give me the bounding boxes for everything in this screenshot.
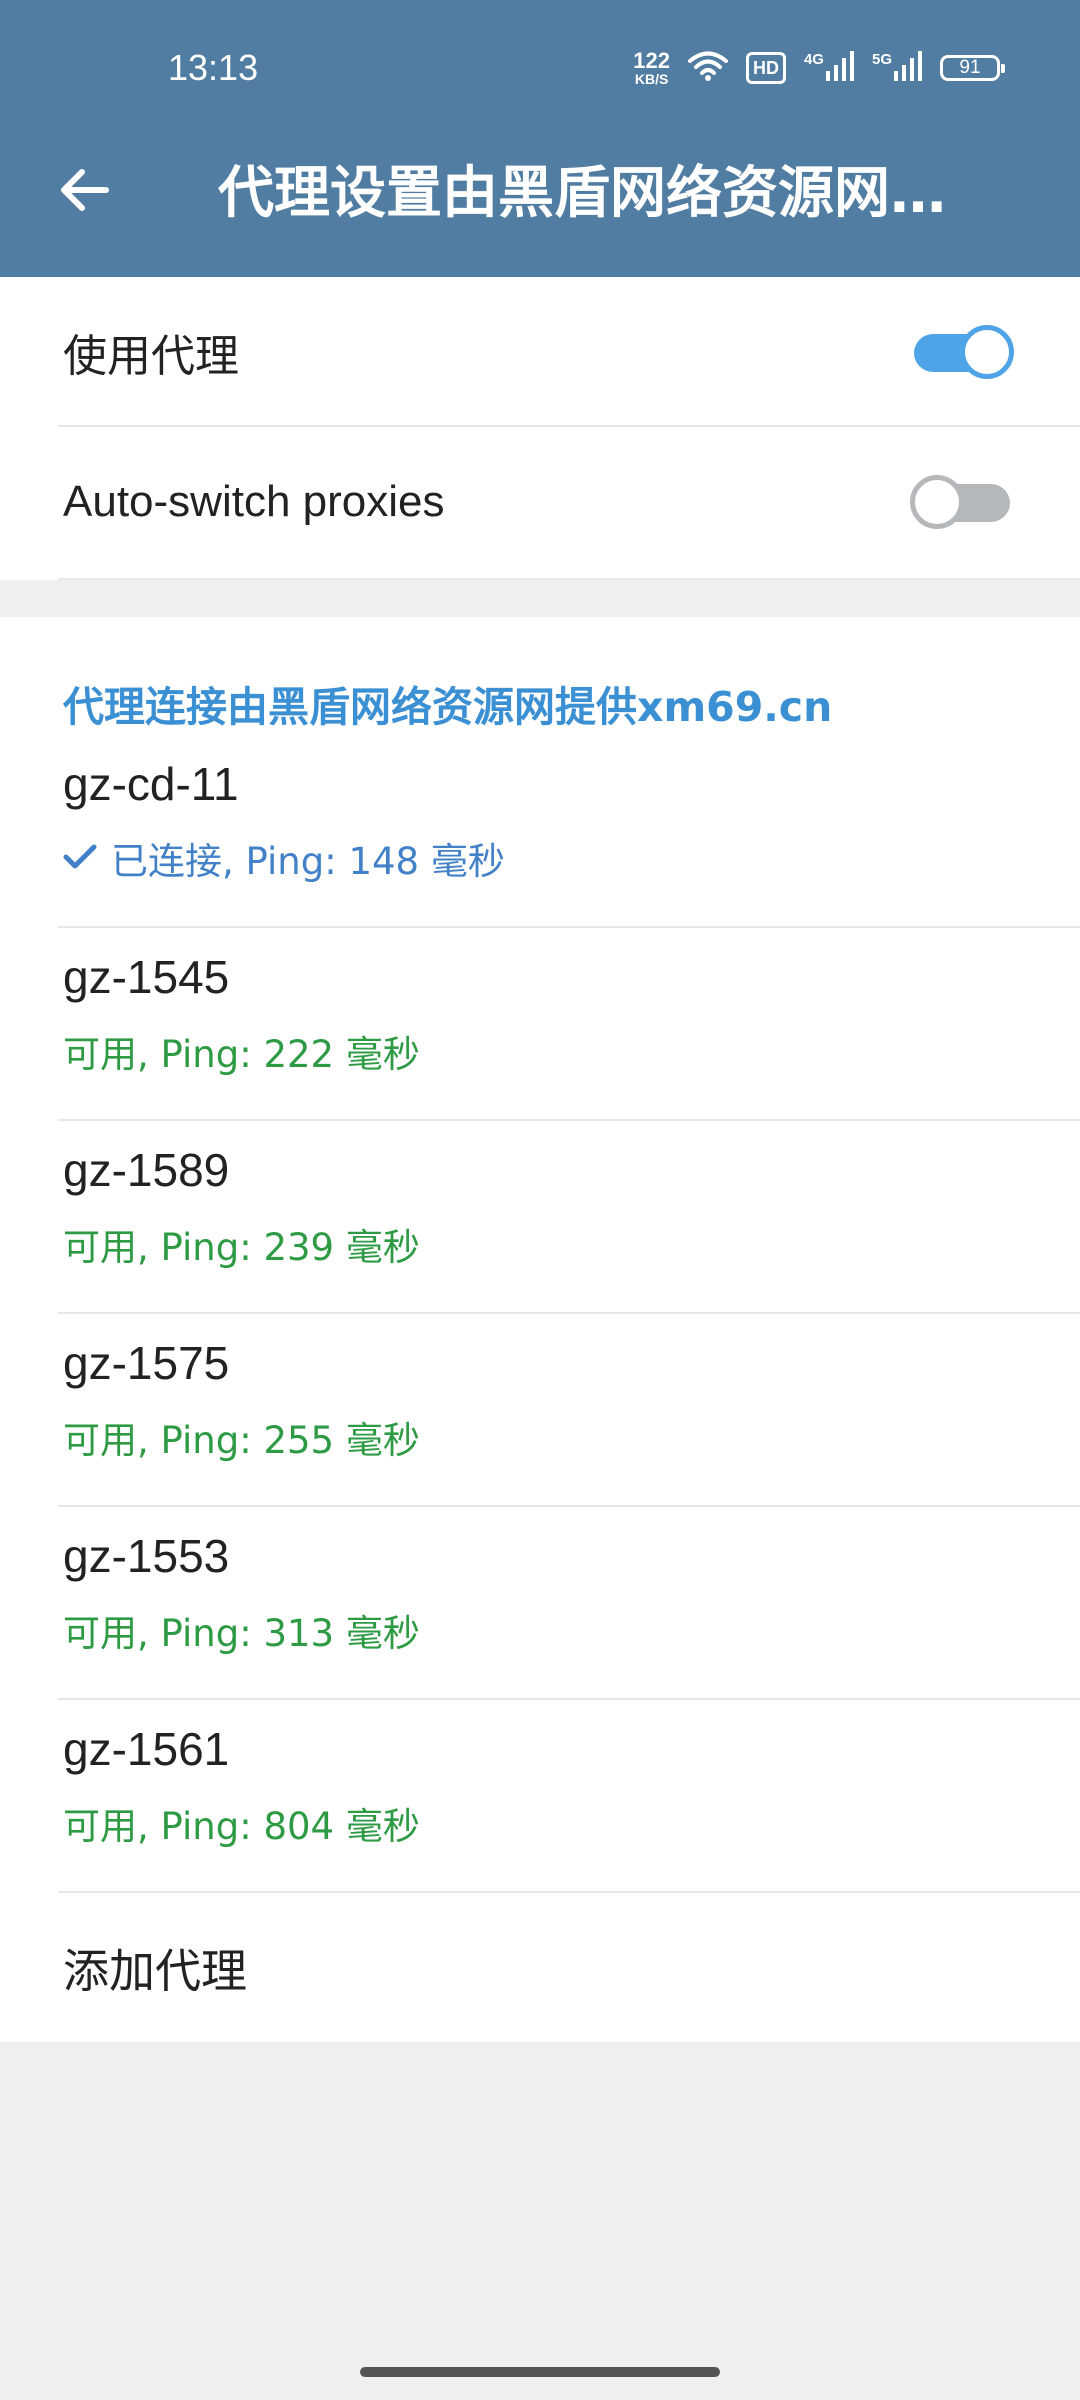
proxy-status-text: 可用, Ping: 255 毫秒 (63, 1419, 420, 1462)
proxy-name: gz-1575 (63, 1337, 230, 1389)
proxy-status-text: 可用, Ping: 804 毫秒 (63, 1805, 420, 1848)
proxy-item[interactable]: gz-1553 可用, Ping: 313 毫秒 (0, 1507, 1080, 1700)
proxy-status: 可用, Ping: 313 毫秒 (63, 1603, 420, 1657)
auto-switch-row[interactable]: Auto-switch proxies (0, 427, 1080, 580)
proxy-item[interactable]: gz-1575 可用, Ping: 255 毫秒 (0, 1314, 1080, 1507)
use-proxy-toggle[interactable] (910, 325, 1014, 379)
proxy-status: 已连接, Ping: 148 毫秒 (63, 831, 505, 885)
auto-switch-label: Auto-switch proxies (63, 477, 445, 526)
proxy-name: gz-1589 (63, 1144, 230, 1196)
proxy-item[interactable]: gz-1561 可用, Ping: 804 毫秒 (0, 1700, 1080, 1893)
check-icon (63, 837, 97, 880)
battery-level: 91 (959, 57, 981, 78)
proxy-settings-card: 使用代理 Auto-switch proxies (0, 277, 1080, 580)
back-button[interactable] (54, 162, 114, 222)
proxy-name: gz-cd-11 (63, 758, 239, 810)
toggle-knob (960, 325, 1014, 379)
proxy-name: gz-1561 (63, 1723, 230, 1775)
add-proxy-button[interactable]: 添加代理 (0, 1893, 1080, 2043)
hd-voice-badge: HD (745, 52, 786, 84)
wifi-icon (687, 50, 728, 86)
signal-icon (825, 51, 854, 85)
proxy-item[interactable]: gz-cd-11 已连接, Ping: 148 毫秒 (0, 735, 1080, 928)
proxy-status-text: 可用, Ping: 239 毫秒 (63, 1226, 420, 1269)
battery-indicator: 91 (940, 55, 1005, 81)
proxy-status: 可用, Ping: 804 毫秒 (63, 1796, 420, 1850)
network-speed-value: 122 (633, 48, 670, 73)
home-indicator[interactable] (360, 2367, 720, 2377)
auto-switch-toggle[interactable] (910, 475, 1014, 529)
proxy-status-text: 可用, Ping: 313 毫秒 (63, 1612, 420, 1655)
proxy-name: gz-1553 (63, 1530, 230, 1582)
signal-icon (894, 51, 922, 85)
use-proxy-label: 使用代理 (63, 332, 239, 381)
sim2-signal: 5G (872, 51, 922, 85)
divider (58, 578, 1080, 580)
proxy-item[interactable]: gz-1545 可用, Ping: 222 毫秒 (0, 928, 1080, 1121)
proxy-connections-card: 代理连接由黑盾网络资源网提供xm69.cn gz-cd-11 已连接, Ping… (0, 617, 1080, 2042)
proxy-item[interactable]: gz-1589 可用, Ping: 239 毫秒 (0, 1121, 1080, 1314)
proxy-status: 可用, Ping: 222 毫秒 (63, 1024, 420, 1078)
add-proxy-label: 添加代理 (63, 1944, 247, 1998)
toggle-knob (910, 475, 964, 529)
proxy-name: gz-1545 (63, 951, 230, 1003)
page-title: 代理设置由黑盾网络资源网提供xm69.cn (218, 161, 988, 226)
back-arrow-icon (58, 168, 110, 216)
status-time: 13:13 (168, 47, 259, 88)
sim1-network-type: 4G (803, 51, 824, 68)
network-speed: 122 KB/S (633, 48, 670, 87)
status-icons: 122 KB/S HD 4G 5G 91 (633, 46, 1005, 90)
proxy-status-text: 已连接, Ping: 148 毫秒 (111, 840, 505, 883)
network-speed-unit: KB/S (634, 71, 669, 87)
app-header: 13:13 122 KB/S HD 4G 5G 91 代理设置由黑盾网络资源网提 (0, 0, 1080, 277)
sim2-network-type: 5G (871, 51, 892, 68)
proxy-status: 可用, Ping: 255 毫秒 (63, 1410, 420, 1464)
use-proxy-row[interactable]: 使用代理 (0, 277, 1080, 427)
proxy-status: 可用, Ping: 239 毫秒 (63, 1217, 420, 1271)
proxy-list: gz-cd-11 已连接, Ping: 148 毫秒 gz-1545 可用, P… (0, 735, 1080, 1893)
section-title: 代理连接由黑盾网络资源网提供xm69.cn (63, 683, 833, 731)
proxy-status-text: 可用, Ping: 222 毫秒 (63, 1033, 420, 1076)
sim1-signal: 4G (804, 51, 854, 85)
